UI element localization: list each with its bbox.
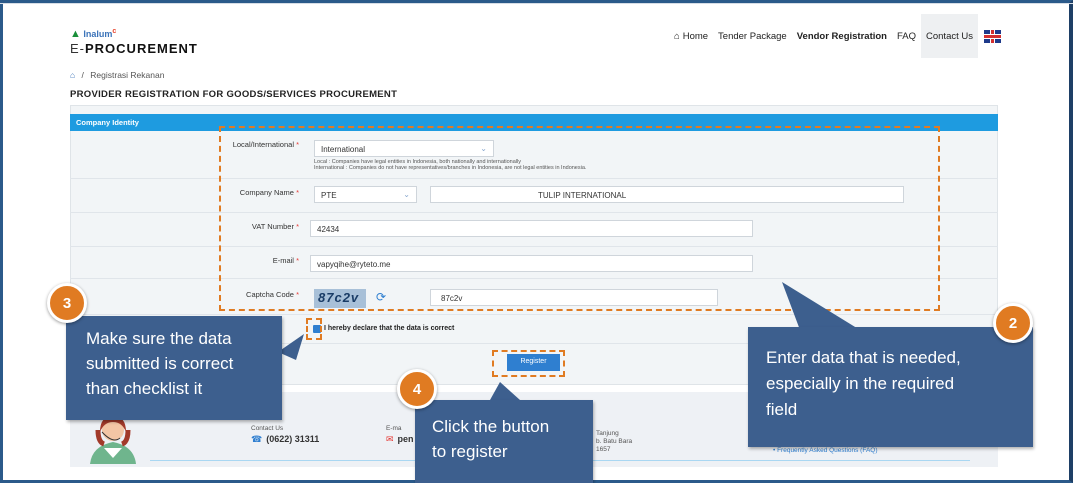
nav-contact-us[interactable]: Contact Us (921, 14, 978, 58)
nav-home[interactable]: ⌂ Home (669, 14, 713, 58)
page-title: PROVIDER REGISTRATION FOR GOODS/SERVICES… (70, 89, 398, 100)
email-text: pen (397, 434, 414, 444)
title-main: PROCUREMENT (85, 41, 198, 56)
callout-3-line: submitted is correct (86, 354, 234, 373)
site-title: E-PROCUREMENT (70, 41, 198, 56)
step-badge-3: 3 (47, 283, 87, 323)
footer-contact-label: Contact Us (251, 425, 284, 432)
mail-icon: ✉ (386, 434, 394, 444)
top-nav: ⌂ Home Tender Package Vendor Registration… (669, 14, 1001, 58)
highlight-form-fields (219, 126, 940, 311)
faq-link[interactable]: • Frequently Asked Questions (FAQ) (773, 447, 878, 454)
brand: ▲ Inalumc (70, 28, 198, 40)
uk-flag-icon[interactable] (984, 29, 1001, 43)
phone-icon: ☎ (251, 434, 263, 444)
home-icon[interactable]: ⌂ (70, 70, 75, 80)
callout-2-line: Enter data that is needed, (766, 348, 961, 367)
footer-address-line: Tanjung (596, 430, 619, 437)
divider (0, 3, 1073, 4)
callout-4: Click the button to register (415, 400, 593, 483)
breadcrumb-current: Registrasi Rekanan (90, 70, 165, 80)
callout-4-line: Click the button (432, 417, 550, 436)
footer-contact-number: ☎ (0622) 31311 (251, 434, 319, 445)
nav-tender-label: Tender Package (718, 30, 787, 42)
callout-4-line: to register (432, 442, 508, 461)
footer-email-label: E-ma (386, 425, 402, 432)
step-badge-4: 4 (397, 369, 437, 409)
callout-3-line: Make sure the data (86, 329, 232, 348)
nav-contact-label: Contact Us (926, 30, 973, 42)
callout-2-line: field (766, 400, 798, 419)
highlight-checkbox (306, 318, 322, 340)
logo-mark-icon: ▲ (70, 28, 81, 40)
callout-2: Enter data that is needed, especially in… (748, 327, 1033, 447)
breadcrumb-separator: / (81, 70, 84, 80)
row-divider (70, 314, 998, 315)
logo-c-icon: c (112, 28, 117, 35)
nav-home-label: Home (682, 30, 709, 42)
footer-email-value[interactable]: ✉ pen (386, 434, 414, 445)
brand-name: Inalum (83, 29, 113, 39)
nav-faq-label: FAQ (896, 30, 916, 42)
nav-faq[interactable]: FAQ (892, 14, 921, 58)
footer-address-line: b. Batu Bara (596, 438, 633, 445)
nav-vendor-registration[interactable]: Vendor Registration (792, 14, 892, 58)
callout-3-line: than checklist it (86, 379, 203, 398)
declaration-label: I hereby declare that the data is correc… (324, 325, 455, 332)
breadcrumb: ⌂ / Registrasi Rekanan (70, 70, 164, 80)
home-icon: ⌂ (673, 30, 680, 42)
logo[interactable]: ▲ Inalumc E-PROCUREMENT (70, 28, 198, 56)
title-prefix: E- (70, 41, 85, 56)
callout-3: Make sure the data submitted is correct … (66, 316, 282, 420)
footer-address-line: 1657 (596, 446, 611, 453)
nav-vendor-label: Vendor Registration (796, 30, 887, 42)
step-badge-2: 2 (993, 303, 1033, 343)
highlight-register-button (492, 350, 565, 377)
nav-tender-package[interactable]: Tender Package (713, 14, 792, 58)
callout-2-line: especially in the required (766, 374, 955, 393)
contact-number-text: (0622) 31311 (266, 434, 320, 444)
